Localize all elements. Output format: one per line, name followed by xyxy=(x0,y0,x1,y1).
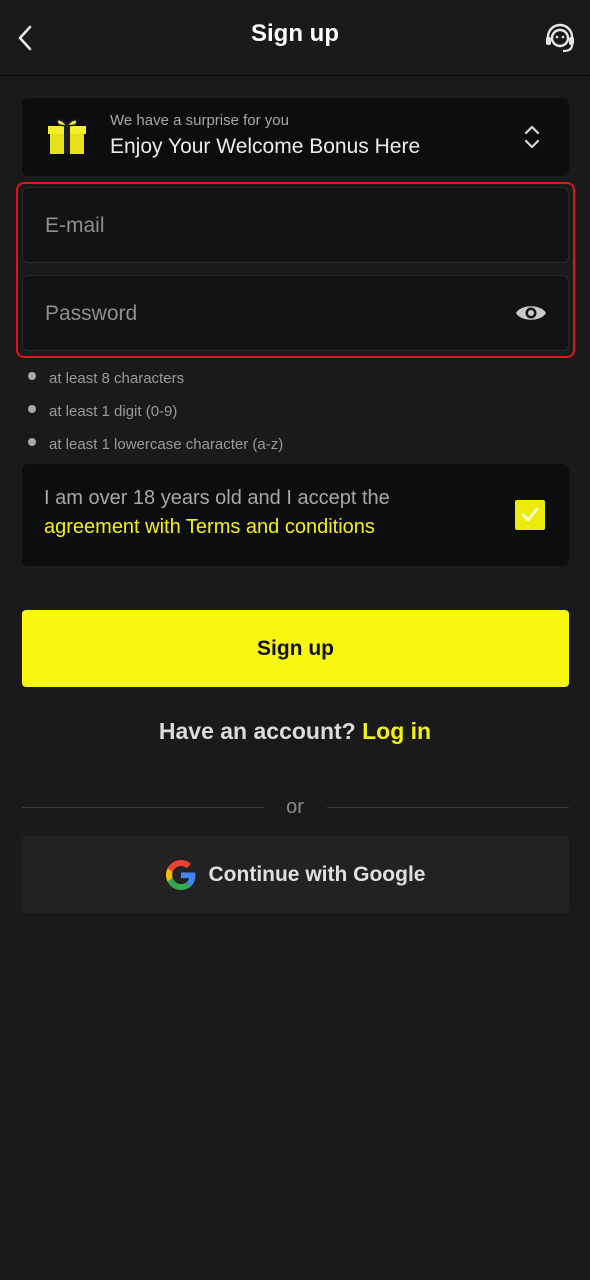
login-prompt-text: Have an account? xyxy=(158,718,356,744)
email-input[interactable] xyxy=(43,188,507,264)
password-rule: at least 1 digit (0-9) xyxy=(28,395,283,428)
welcome-bonus-selector[interactable]: We have a surprise for you Enjoy Your We… xyxy=(22,98,569,176)
support-button[interactable] xyxy=(540,18,580,58)
bonus-title: Enjoy Your Welcome Bonus Here xyxy=(110,135,421,158)
continue-with-google-button[interactable]: Continue with Google xyxy=(22,836,569,913)
google-icon xyxy=(165,859,196,890)
sign-up-button[interactable]: Sign up xyxy=(22,610,569,687)
log-in-link[interactable]: Log in xyxy=(362,718,431,744)
email-field-container xyxy=(22,187,569,264)
page-title: Sign up xyxy=(251,20,339,47)
agreement-text: I am over 18 years old and I accept the … xyxy=(44,484,484,542)
password-input[interactable] xyxy=(43,276,507,352)
bullet-icon xyxy=(28,404,36,413)
chevron-up-down-icon xyxy=(524,125,540,149)
show-password-button[interactable] xyxy=(514,298,548,328)
age-terms-agreement: I am over 18 years old and I accept the … xyxy=(22,464,569,566)
bonus-subtitle: We have a surprise for you xyxy=(110,112,289,129)
divider-line-right xyxy=(327,807,569,808)
password-requirements: at least 8 characters at least 1 digit (… xyxy=(28,362,283,461)
password-rule-text: at least 1 lowercase character (a-z) xyxy=(49,435,284,453)
google-button-label: Continue with Google xyxy=(208,862,426,886)
gift-icon xyxy=(48,119,86,154)
eye-icon xyxy=(516,306,546,320)
bullet-icon xyxy=(28,371,36,380)
password-rule: at least 8 characters xyxy=(28,362,283,395)
checkmark-icon xyxy=(521,507,539,522)
login-prompt: Have an account? Log in xyxy=(0,718,590,745)
bullet-icon xyxy=(28,437,36,446)
agreement-statement: I am over 18 years old and I accept the xyxy=(44,487,390,509)
agreement-checkbox[interactable] xyxy=(515,500,545,530)
password-rule-text: at least 8 characters xyxy=(49,369,185,387)
password-rule: at least 1 lowercase character (a-z) xyxy=(28,428,283,461)
password-rule-text: at least 1 digit (0-9) xyxy=(49,402,178,420)
top-bar: Sign up xyxy=(0,0,590,76)
terms-link[interactable]: agreement with Terms and conditions xyxy=(44,516,375,538)
password-field-container xyxy=(22,275,569,352)
headset-support-icon xyxy=(546,23,574,53)
